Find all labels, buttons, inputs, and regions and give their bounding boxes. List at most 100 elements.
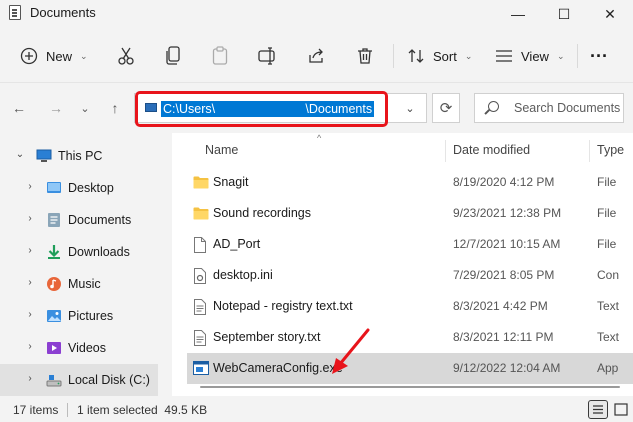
- close-button[interactable]: ✕: [587, 0, 633, 28]
- refresh-icon: ⟳: [439, 100, 453, 117]
- column-header-name[interactable]: Name: [205, 143, 238, 157]
- details-view-button[interactable]: [588, 400, 608, 419]
- file-date-modified: 9/12/2022 12:04 AM: [453, 361, 561, 375]
- share-icon: [305, 45, 327, 67]
- chevron-right-icon[interactable]: ›: [25, 213, 35, 224]
- text-file-icon: [193, 299, 209, 315]
- selection-info: 1 item selected 49.5 KB: [77, 403, 208, 417]
- chevron-down-icon: ⌄: [405, 102, 415, 115]
- sidebar-item-this-pc[interactable]: ⌄ This PC: [0, 140, 158, 172]
- refresh-button[interactable]: ⟳: [432, 93, 460, 123]
- file-name: desktop.ini: [213, 268, 273, 282]
- file-date-modified: 8/19/2020 4:12 PM: [453, 175, 555, 189]
- new-icon: [18, 45, 40, 67]
- sidebar-item-label: Downloads: [68, 245, 130, 259]
- file-date-modified: 8/3/2021 4:42 PM: [453, 299, 548, 313]
- delete-icon: [354, 45, 376, 67]
- sidebar-item-label: Music: [68, 277, 101, 291]
- chevron-right-icon[interactable]: ›: [25, 277, 35, 288]
- file-row[interactable]: Snagit 8/19/2020 4:12 PM File: [187, 167, 633, 198]
- sort-icon: [405, 45, 427, 67]
- address-history-button[interactable]: ⌄: [398, 96, 422, 120]
- column-header-type[interactable]: Type: [597, 143, 624, 157]
- column-header-date-modified[interactable]: Date modified: [453, 143, 530, 157]
- chevron-right-icon[interactable]: ›: [25, 181, 35, 192]
- forward-button[interactable]: →: [45, 97, 67, 119]
- sidebar-item-label: Local Disk (C:): [68, 373, 150, 387]
- large-icons-view-button[interactable]: [611, 400, 631, 419]
- file-row[interactable]: Sound recordings 9/23/2021 12:38 PM File: [187, 198, 633, 229]
- maximize-button[interactable]: ☐: [541, 0, 587, 28]
- column-divider: [445, 140, 446, 162]
- minimize-button[interactable]: —: [495, 0, 541, 28]
- vertical-scrollbar[interactable]: [625, 133, 633, 396]
- file-row[interactable]: September story.txt 8/3/2021 12:11 PM Text: [187, 322, 633, 353]
- delete-button[interactable]: [354, 42, 376, 70]
- recent-locations-button[interactable]: ⌄: [74, 97, 96, 119]
- chevron-down-icon[interactable]: ⌄: [15, 149, 25, 160]
- rename-button[interactable]: [257, 42, 279, 70]
- cut-button[interactable]: [115, 42, 137, 70]
- view-chevron-icon: ⌄: [556, 50, 565, 61]
- pictures-folder-icon: [46, 308, 62, 324]
- monitor-icon: [36, 148, 52, 164]
- share-button[interactable]: [305, 42, 327, 70]
- local-disk-icon: [46, 372, 62, 388]
- up-button[interactable]: ↑: [104, 97, 126, 119]
- file-date-modified: 12/7/2021 10:15 AM: [453, 237, 561, 251]
- file-date-modified: 7/29/2021 8:05 PM: [453, 268, 555, 282]
- tiles-view-icon: [614, 403, 628, 416]
- details-view-icon: [593, 405, 603, 414]
- chevron-right-icon[interactable]: ›: [25, 373, 35, 384]
- sidebar-item-documents[interactable]: › Documents: [0, 204, 158, 236]
- paste-icon: [209, 45, 231, 67]
- status-divider: [67, 403, 68, 417]
- downloads-folder-icon: [46, 244, 62, 260]
- back-arrow-icon: ←: [12, 100, 26, 116]
- file-name: Sound recordings: [213, 206, 311, 220]
- window-title: Documents: [30, 5, 96, 20]
- videos-folder-icon: [46, 340, 62, 356]
- search-icon: [488, 101, 499, 112]
- toolbar-divider: [393, 44, 394, 68]
- view-button[interactable]: View ⌄: [493, 42, 565, 70]
- file-name: Notepad - registry text.txt: [213, 299, 353, 313]
- file-row[interactable]: desktop.ini 7/29/2021 8:05 PM Con: [187, 260, 633, 291]
- sidebar-item-label: Videos: [68, 341, 106, 355]
- file-row[interactable]: Notepad - registry text.txt 8/3/2021 4:42…: [187, 291, 633, 322]
- paste-button[interactable]: [209, 42, 231, 70]
- sidebar-item-label: Pictures: [68, 309, 114, 323]
- new-chevron-icon: ⌄: [80, 50, 88, 61]
- sort-ascending-icon: ^: [317, 133, 322, 143]
- see-more-button[interactable]: ···: [590, 42, 608, 70]
- music-folder-icon: [46, 276, 62, 292]
- back-button[interactable]: ←: [8, 97, 30, 119]
- sidebar-item-music[interactable]: › Music: [0, 268, 158, 300]
- chevron-right-icon[interactable]: ›: [25, 245, 35, 256]
- sidebar-item-desktop[interactable]: › Desktop: [0, 172, 158, 204]
- file-row[interactable]: WebCameraConfig.exe 9/12/2022 12:04 AM App: [187, 353, 633, 384]
- search-placeholder: Search Documents: [514, 101, 621, 115]
- file-name: WebCameraConfig.exe: [213, 361, 343, 375]
- file-date-modified: 9/23/2021 12:38 PM: [453, 206, 562, 220]
- sort-button[interactable]: Sort ⌄: [405, 42, 472, 70]
- file-name: AD_Port: [213, 237, 261, 251]
- horizontal-scrollbar[interactable]: [200, 386, 620, 388]
- folder-icon: [193, 175, 209, 189]
- copy-button[interactable]: [162, 42, 184, 70]
- sidebar-item-local-disk-c[interactable]: › Local Disk (C:): [0, 364, 158, 396]
- text-file-icon: [193, 330, 209, 346]
- rename-icon: [257, 45, 279, 67]
- forward-arrow-icon: →: [49, 100, 63, 116]
- chevron-right-icon[interactable]: ›: [25, 309, 35, 320]
- sidebar-item-pictures[interactable]: › Pictures: [0, 300, 158, 332]
- more-icon: ···: [590, 45, 608, 66]
- file-date-modified: 8/3/2021 12:11 PM: [453, 330, 554, 344]
- sidebar-item-label: Documents: [68, 213, 132, 227]
- chevron-right-icon[interactable]: ›: [25, 341, 35, 352]
- new-button[interactable]: New ⌄: [18, 42, 88, 70]
- sidebar-item-downloads[interactable]: › Downloads: [0, 236, 158, 268]
- new-button-label: New: [46, 48, 73, 64]
- file-row[interactable]: AD_Port 12/7/2021 10:15 AM File: [187, 229, 633, 260]
- sidebar-item-videos[interactable]: › Videos: [0, 332, 158, 364]
